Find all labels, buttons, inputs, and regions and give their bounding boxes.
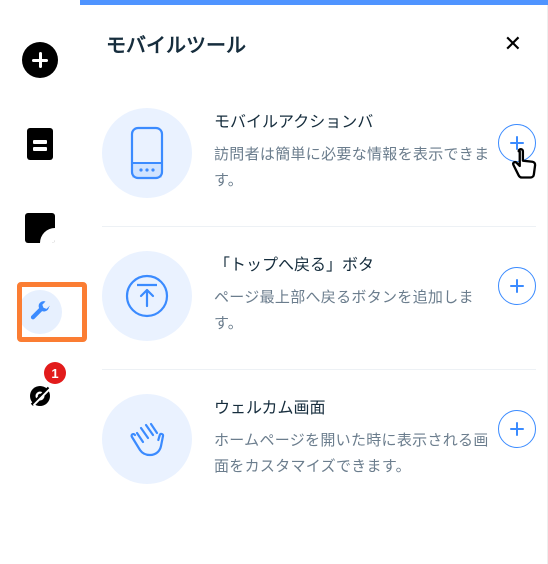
arrow-up-circle-icon (102, 251, 192, 341)
contrast-icon (22, 210, 58, 246)
tool-title: モバイルアクションバ (214, 108, 490, 132)
wave-hand-icon (102, 394, 192, 484)
cursor-pointer-icon (505, 147, 545, 187)
add-button[interactable] (498, 124, 536, 162)
tool-title: ウェルカム画面 (214, 394, 490, 418)
tool-description: ホームページを開いた時に表示される画面をカスタマイズできます。 (214, 428, 490, 479)
sidebar-item-add[interactable] (12, 32, 68, 88)
sidebar-item-tools[interactable] (12, 284, 68, 340)
close-button[interactable]: ✕ (504, 33, 522, 55)
tool-description: ページ最上部へ戻るボタンを追加します。 (214, 285, 490, 336)
phone-icon (102, 108, 192, 198)
close-icon: ✕ (504, 31, 522, 56)
sidebar: 1 (0, 0, 80, 564)
tools-panel: モバイルツール ✕ モバイルアク (80, 0, 548, 564)
selection-highlight (17, 282, 87, 342)
plus-icon (510, 279, 524, 293)
sidebar-item-pages[interactable] (12, 116, 68, 172)
plus-circle-icon (22, 42, 58, 78)
plus-icon (510, 422, 524, 436)
panel-title: モバイルツール (106, 29, 246, 58)
tool-description: 訪問者は簡単に必要な情報を表示できます。 (214, 142, 490, 193)
tool-item-action-bar[interactable]: モバイルアクションバ 訪問者は簡単に必要な情報を表示できます。 (102, 84, 536, 227)
tool-item-back-to-top[interactable]: 「トップへ戻る」ボタ ページ最上部へ戻るボタンを追加します。 (102, 227, 536, 370)
notification-badge: 1 (44, 362, 66, 384)
document-icon (22, 126, 58, 162)
sidebar-item-hidden[interactable]: 1 (12, 368, 68, 424)
tool-item-welcome-screen[interactable]: ウェルカム画面 ホームページを開いた時に表示される画面をカスタマイズできます。 (102, 370, 536, 512)
add-button[interactable] (498, 267, 536, 305)
plus-icon (510, 136, 524, 150)
tool-title: 「トップへ戻る」ボタ (214, 251, 490, 275)
add-button[interactable] (498, 410, 536, 448)
sidebar-item-design[interactable] (12, 200, 68, 256)
